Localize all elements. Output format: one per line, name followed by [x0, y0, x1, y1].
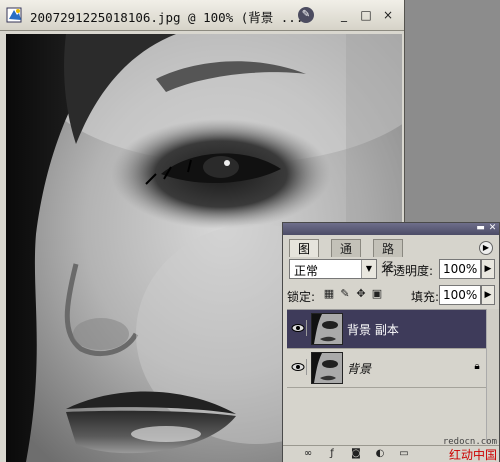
eye-visibility-icon[interactable] — [290, 320, 307, 336]
layers-palette: ▬ ✕ 图层 通道 路径 ▶ 正常 ▼ 不透明度: 100% ▶ 锁定: ▦ ✎… — [282, 222, 500, 462]
lock-pixels-icon[interactable]: ✎ — [339, 288, 351, 300]
document-titlebar[interactable]: 2007291225018106.jpg @ 100% (背景 ... ✎ _ … — [0, 0, 404, 31]
opacity-input[interactable]: 100% — [439, 259, 481, 279]
blend-mode-value: 正常 — [294, 264, 319, 278]
photoshop-document-icon — [6, 7, 22, 23]
watermark: redocn.com 红动中国 — [443, 436, 497, 462]
palette-bottom-toolbar: ∞ ƒ ◙ ◐ ▭ redocn.com 红动中国 — [283, 437, 499, 462]
lock-label: 锁定: — [287, 290, 316, 304]
opacity-slider-arrow-icon[interactable]: ▶ — [481, 259, 495, 279]
layer-row[interactable]: 背景 副本 — [287, 310, 495, 349]
lock-position-icon[interactable]: ✥ — [355, 288, 367, 300]
close-button[interactable]: × — [380, 7, 396, 23]
tab-layers[interactable]: 图层 — [289, 239, 320, 274]
watermark-text: 红动中国 — [448, 448, 497, 462]
blend-opacity-row: 正常 ▼ 不透明度: 100% ▶ — [287, 259, 497, 281]
palette-close-icon[interactable]: ✕ — [488, 224, 497, 233]
lock-icon: 🔒︎ — [474, 361, 480, 372]
layer-thumbnail — [311, 352, 343, 384]
minimize-button[interactable]: _ — [336, 7, 352, 23]
feather-badge-icon[interactable]: ✎ — [298, 7, 314, 23]
fill-slider-arrow-icon[interactable]: ▶ — [481, 285, 495, 305]
chevron-down-icon[interactable]: ▼ — [361, 260, 376, 278]
layer-name[interactable]: 背景 副本 — [347, 321, 399, 338]
tab-channels[interactable]: 通道 — [331, 239, 362, 274]
layers-list: 背景 副本 背景 🔒︎ — [287, 309, 495, 444]
tab-paths[interactable]: 路径 — [373, 239, 404, 274]
fill-input[interactable]: 100% — [439, 285, 481, 305]
add-mask-icon[interactable]: ◙ — [349, 448, 363, 460]
document-title: 2007291225018106.jpg @ 100% (背景 ... — [30, 10, 304, 25]
layer-style-icon[interactable]: ƒ — [325, 448, 339, 460]
adjustment-layer-icon[interactable]: ◐ — [373, 448, 387, 460]
layers-scrollbar[interactable] — [486, 309, 499, 443]
link-layers-icon[interactable]: ∞ — [301, 448, 315, 460]
palette-menu-icon[interactable]: ▶ — [479, 241, 493, 255]
lock-transparency-icon[interactable]: ▦ — [323, 288, 335, 300]
maximize-button[interactable]: □ — [358, 7, 374, 23]
layer-row[interactable]: 背景 🔒︎ — [287, 349, 495, 388]
eye-visibility-icon[interactable] — [290, 359, 307, 375]
layer-thumbnail — [311, 313, 343, 345]
fill-label: 填充: — [411, 290, 440, 304]
new-group-icon[interactable]: ▭ — [397, 448, 411, 460]
palette-titlebar[interactable]: ▬ ✕ — [283, 223, 499, 235]
palette-minimize-icon[interactable]: ▬ — [476, 224, 485, 233]
blend-mode-select[interactable]: 正常 ▼ — [289, 259, 377, 279]
layer-name[interactable]: 背景 — [347, 360, 371, 377]
opacity-label: 不透明度: — [381, 264, 434, 278]
lock-fill-row: 锁定: ▦ ✎ ✥ ▣ 填充: 100% ▶ — [287, 285, 497, 307]
lock-all-icon[interactable]: ▣ — [371, 288, 383, 300]
